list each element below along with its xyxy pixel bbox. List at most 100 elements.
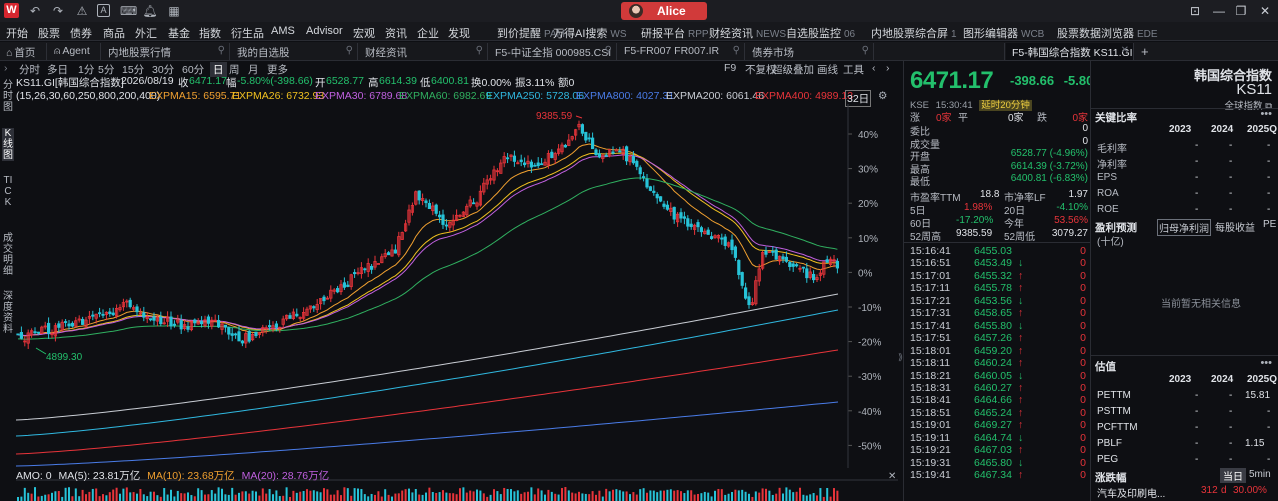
settings-icon[interactable]: ⚙ [878, 90, 887, 102]
candle-body [70, 322, 75, 327]
menu-item[interactable]: 资讯 [385, 25, 407, 41]
pin-icon[interactable]: ⚲ [862, 45, 869, 56]
menu-item[interactable]: 发现 [448, 25, 470, 41]
pin-icon[interactable]: ⚲ [476, 45, 483, 56]
volume-bar [125, 487, 128, 501]
volume-bar [615, 489, 618, 501]
menu-item[interactable]: 股票数据浏览器 EDE [1057, 25, 1158, 41]
menu-item[interactable]: 衍生品 [231, 25, 264, 41]
volume-bar [37, 496, 40, 501]
candle-body [682, 216, 687, 219]
candle-body [533, 164, 537, 167]
menu-item[interactable]: 研报平台 RPP [641, 25, 709, 41]
menu-item[interactable]: 宏观 [353, 25, 375, 41]
menu-item[interactable]: 图形编辑器 WCB [963, 25, 1044, 41]
keyboard-icon[interactable]: ⌨ [120, 3, 137, 19]
tab[interactable]: 债券市场 ⚲ [746, 43, 874, 60]
volume-bar [149, 491, 152, 501]
candle-body [335, 288, 340, 293]
app-logo[interactable]: W [4, 3, 19, 18]
side-nav-item[interactable]: TICK [2, 175, 14, 208]
ema250-value: EXPMA250: 5728.06 [486, 90, 585, 102]
volume-bar [278, 496, 281, 501]
menu-item[interactable]: 万得AI搜索 WS [553, 25, 627, 41]
user-button[interactable]: Alice [621, 2, 707, 20]
forecast-tab[interactable]: 归母净利润 [1157, 219, 1211, 236]
chevron-right-icon[interactable]: › [886, 62, 890, 74]
pin-icon[interactable]: ⚲ [733, 45, 740, 56]
bell-icon[interactable]: 🔔︎ [142, 3, 158, 19]
side-nav-item[interactable]: 分时图 [2, 80, 14, 113]
kline-chart[interactable]: 40% 30% 20% 10% 0% -10% -20% -30% -40% -50% 9385.5… [16, 104, 898, 468]
pin-icon[interactable]: ⚲ [605, 45, 612, 56]
volume-bar [544, 494, 546, 501]
side-nav-item[interactable]: 成交明细 [2, 233, 14, 277]
tick-time: 15:17:51 [910, 332, 951, 345]
volume-bar [680, 491, 682, 501]
chevron-left-icon[interactable]: ‹ [872, 62, 876, 74]
menu-item[interactable]: Advisor [306, 25, 343, 37]
menu-item[interactable]: 自选股监控 06 [786, 25, 855, 41]
redo-icon[interactable]: ↷ [50, 3, 66, 19]
menu-label: 衍生品 [231, 28, 264, 40]
tab[interactable]: F5-韩国综合指数 KS11.GI ✕ [1006, 43, 1134, 60]
tab[interactable]: 内地股票行情 ⚲ [102, 43, 230, 60]
candle-body [135, 306, 139, 313]
tick-volume: 0 [1080, 444, 1086, 457]
tab-label: 我的自选股 [237, 47, 290, 59]
alert-icon[interactable]: ⚠ [74, 3, 90, 19]
candle-body [206, 316, 210, 324]
more-icon[interactable]: ••• [1260, 108, 1272, 120]
menu-item[interactable]: AMS [271, 25, 295, 37]
tab-label: Agent [62, 45, 90, 57]
close-volume-icon[interactable]: ✕ [888, 471, 896, 482]
menu-item[interactable]: 商品 [103, 25, 125, 41]
volume-bar [748, 493, 750, 501]
side-nav-item[interactable]: 深度资料 [2, 291, 14, 335]
change-points: -398.66 [1010, 73, 1055, 88]
menu-item[interactable]: 企业 [417, 25, 439, 41]
menu-item[interactable]: 指数 [199, 25, 221, 41]
grid-icon[interactable]: ▦ [166, 3, 182, 19]
forecast-tab[interactable]: 每股收益 [1215, 219, 1255, 234]
more-icon[interactable]: ••• [1260, 357, 1272, 369]
candle-body [237, 331, 241, 342]
tab[interactable]: F5-中证全指 000985.CSI ⚲ [489, 43, 617, 60]
mover-tab-today[interactable]: 当日 [1220, 468, 1246, 483]
menu-item[interactable]: 外汇 [135, 25, 157, 41]
close-icon[interactable]: ✕ [1256, 2, 1274, 20]
pin-icon[interactable]: ⚲ [346, 45, 353, 56]
minimize-icon[interactable]: — [1210, 2, 1228, 20]
menu-item[interactable]: 开始 [6, 25, 28, 41]
restore-icon[interactable]: ❐ [1232, 2, 1250, 20]
menu-item[interactable]: 财经资讯 NEWS [709, 25, 786, 41]
undo-icon[interactable]: ↶ [27, 3, 43, 19]
tab[interactable]: ⌂ 首页 [0, 43, 47, 60]
collapse-icon[interactable]: › [4, 62, 8, 74]
menu-item[interactable]: 内地股票综合屏 1 [871, 25, 957, 41]
chart-tool[interactable]: F9 [724, 62, 736, 74]
menu-item[interactable]: 股票 [38, 25, 60, 41]
menu-item[interactable]: 债券 [70, 25, 92, 41]
forecast-tab[interactable]: PE [1263, 219, 1276, 230]
candle-body [744, 287, 748, 299]
volume-bar [635, 494, 638, 501]
volume-bar [204, 494, 206, 501]
menu-item[interactable]: 基金 [168, 25, 190, 41]
volume-bar [61, 496, 64, 501]
tab[interactable]: ⍝ Agent [48, 43, 101, 60]
candle-body [631, 155, 636, 164]
tab[interactable]: 财经资讯 ⚲ [359, 43, 488, 60]
tab[interactable] [875, 43, 1005, 60]
tab[interactable]: 我的自选股 ⚲ [231, 43, 358, 60]
tab[interactable]: F5-FR007 FR007.IR ⚲ [618, 43, 745, 60]
mover-row[interactable]: 汽车及印刷电... 312 d 30.00% [1097, 485, 1275, 500]
new-tab-icon[interactable]: + [1141, 44, 1149, 59]
pin-icon[interactable]: ⚲ [218, 45, 225, 56]
close-tab-icon[interactable]: ✕ [1121, 45, 1129, 56]
font-icon[interactable]: A [97, 4, 110, 17]
mover-tab-5min[interactable]: 5min [1249, 469, 1271, 480]
side-nav-item[interactable]: K线图 [2, 128, 14, 161]
pin-window-icon[interactable]: ⊡ [1186, 2, 1204, 20]
candle-body [597, 153, 602, 158]
